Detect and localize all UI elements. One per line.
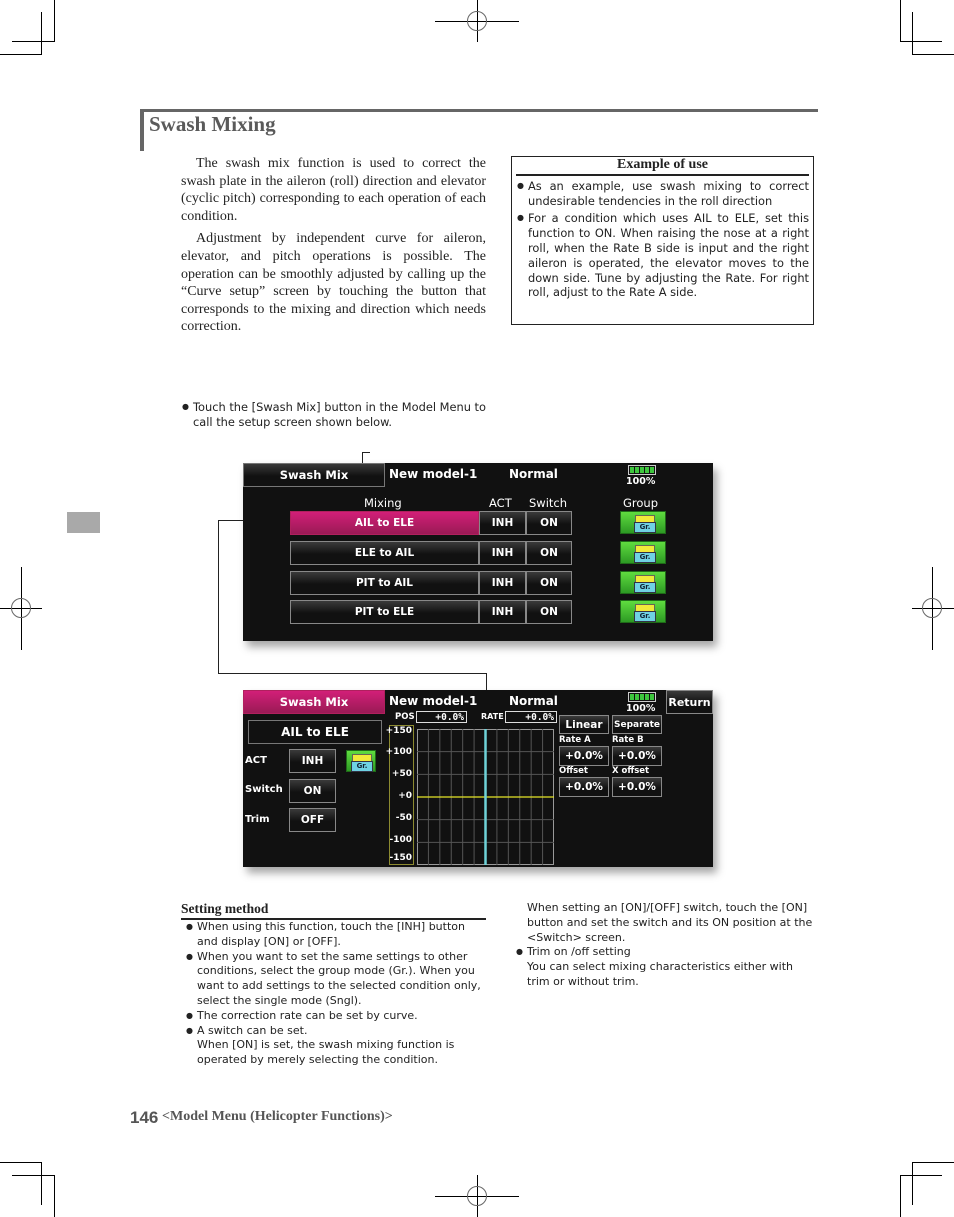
offset-label: Offset (559, 766, 588, 776)
y-tick-label: +150 (385, 726, 412, 736)
y-axis-scale: +150 +100 +50 +0 -50 -100 -150 (385, 725, 414, 865)
trim-button[interactable]: OFF (289, 808, 336, 832)
battery-icon (628, 692, 656, 702)
rate-a-label: Rate A (559, 735, 591, 745)
setting-continuation: You can select mixing characteristics ei… (527, 960, 794, 988)
y-tick-label: +0 (398, 791, 412, 801)
rate-b-label: Rate B (612, 735, 644, 745)
switch-label: Switch (245, 784, 283, 795)
mix-button-pit-to-ele[interactable]: PIT to ELE (290, 600, 479, 624)
group-button[interactable]: Gr. (620, 600, 666, 623)
return-button[interactable]: Return (666, 690, 713, 714)
example-heading: Example of use (516, 157, 809, 176)
group-label: Gr. (634, 522, 656, 533)
rate-label: RATE (481, 712, 504, 721)
mix-button-ail-to-ele[interactable]: AIL to ELE (290, 511, 479, 535)
page-number: 146 (130, 1108, 159, 1127)
setting-bullet: A switch can be set. (185, 1024, 486, 1039)
switch-button[interactable]: ON (526, 571, 572, 595)
setting-bullet: When you want to set the same settings t… (185, 950, 486, 1009)
example-bullet: For a condition which uses AIL to ELE, s… (516, 211, 809, 300)
group-label: Gr. (634, 582, 656, 593)
setting-method-section: Setting method When using this function,… (181, 901, 486, 1068)
intro-paragraph: Adjustment by independent curve for aile… (181, 231, 486, 335)
instruction-text: Touch the [Swash Mix] button in the Mode… (181, 400, 486, 430)
x-offset-label: X offset (612, 766, 650, 776)
connector-line (218, 673, 486, 674)
title-accent-bar (140, 109, 144, 151)
example-of-use-box: Example of use As an example, use swash … (511, 156, 814, 325)
switch-button[interactable]: ON (526, 541, 572, 565)
act-button[interactable]: INH (479, 571, 526, 595)
mix-button-ele-to-ail[interactable]: ELE to AIL (290, 541, 479, 565)
curve-type-button[interactable]: Linear (559, 715, 609, 734)
act-button[interactable]: INH (479, 541, 526, 565)
column-header-switch: Switch (529, 496, 568, 510)
callout-line (362, 452, 370, 453)
pos-label: POS (395, 712, 415, 722)
act-button[interactable]: INH (289, 749, 336, 773)
column-header-act: ACT (489, 496, 512, 510)
act-label: ACT (245, 755, 267, 766)
condition-name: Normal (509, 467, 558, 481)
mix-name-display: AIL to ELE (248, 720, 382, 744)
setting-continuation: When setting an [ON]/[OFF] switch, touch… (527, 901, 813, 944)
group-button[interactable]: Gr. (620, 541, 666, 564)
swash-mix-list-screen: Swash Mix New model-1 Normal 100% Mixing… (243, 463, 713, 641)
rate-b-button[interactable]: +0.0% (612, 746, 662, 766)
intro-paragraph: The swash mix function is used to correc… (181, 156, 486, 224)
column-header-mixing: Mixing (364, 496, 402, 510)
swash-mix-return-button[interactable]: Swash Mix (243, 463, 385, 487)
switch-button[interactable]: ON (526, 511, 572, 535)
column-header-group: Group (623, 496, 659, 510)
offset-button[interactable]: +0.0% (559, 777, 609, 797)
act-button[interactable]: INH (479, 600, 526, 624)
switch-button[interactable]: ON (289, 779, 336, 803)
group-button[interactable]: Gr. (620, 511, 666, 534)
model-name: New model-1 (389, 694, 478, 708)
y-tick-label: -100 (389, 835, 412, 845)
battery-percent: 100% (626, 476, 656, 487)
battery-percent: 100% (626, 703, 656, 714)
intro-text: The swash mix function is used to correc… (181, 155, 486, 341)
condition-name: Normal (509, 694, 558, 708)
rate-value: +0.0% (505, 711, 557, 723)
trim-label: Trim (245, 814, 270, 825)
curve-graph[interactable] (417, 729, 554, 865)
mix-button-pit-to-ail[interactable]: PIT to AIL (290, 571, 479, 595)
example-bullet: As an example, use swash mixing to corre… (516, 179, 809, 209)
y-tick-label: -50 (395, 813, 412, 823)
section-tab-marker (67, 512, 100, 533)
y-tick-label: +100 (385, 747, 412, 757)
swash-mix-setup-screen: Swash Mix New model-1 Normal 100% Return… (243, 690, 713, 867)
group-button[interactable]: Gr. (346, 750, 376, 772)
group-label: Gr. (634, 552, 656, 563)
setting-bullet: When using this function, touch the [INH… (185, 920, 486, 950)
act-button[interactable]: INH (479, 511, 526, 535)
y-tick-label: -150 (389, 853, 412, 863)
battery-icon (628, 465, 656, 475)
group-label: Gr. (634, 611, 656, 622)
group-button[interactable]: Gr. (620, 571, 666, 594)
switch-button[interactable]: ON (526, 600, 572, 624)
rate-a-button[interactable]: +0.0% (559, 746, 609, 766)
connector-line (218, 520, 219, 673)
model-name: New model-1 (389, 467, 478, 481)
footer-section-title: <Model Menu (Helicopter Functions)> (162, 1109, 393, 1124)
setting-method-heading: Setting method (181, 901, 486, 920)
setting-bullet: The correction rate can be set by curve. (185, 1009, 486, 1024)
separate-mode-button[interactable]: Separate (612, 715, 662, 734)
x-offset-button[interactable]: +0.0% (612, 777, 662, 797)
pos-value: +0.0% (416, 711, 467, 723)
setting-continuation: When [ON] is set, the swash mixing funct… (197, 1038, 455, 1067)
setting-method-right: When setting an [ON]/[OFF] switch, touch… (515, 901, 817, 990)
setting-bullet: Trim on /off setting (515, 945, 817, 960)
y-tick-label: +50 (391, 769, 412, 779)
group-label: Gr. (351, 761, 373, 772)
page-title: Swash Mixing (149, 112, 276, 136)
swash-mix-title-button[interactable]: Swash Mix (243, 690, 385, 714)
